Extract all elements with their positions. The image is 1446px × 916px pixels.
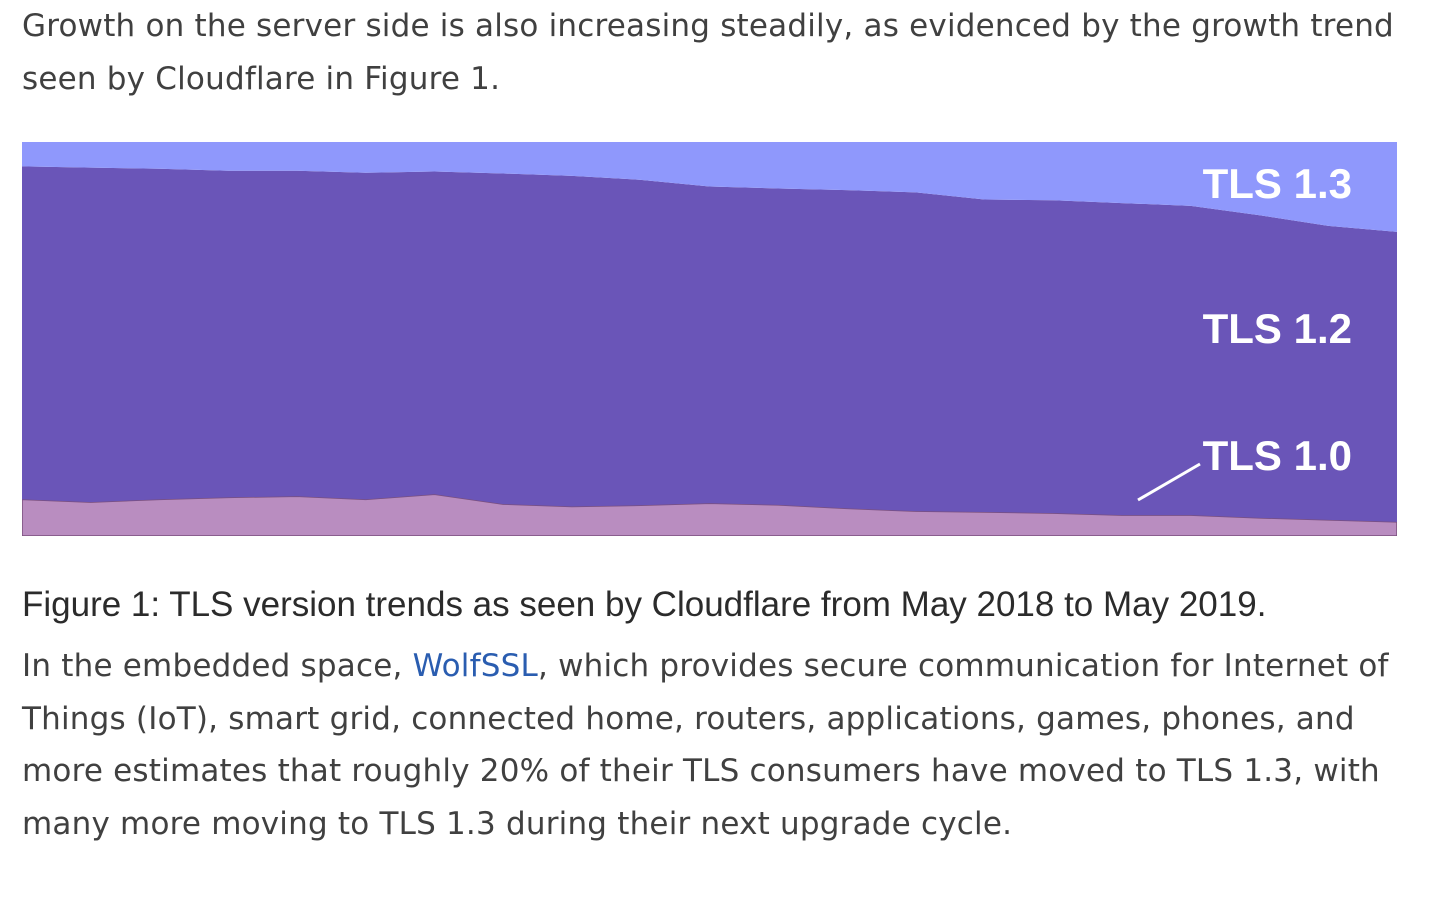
intro-paragraph: Growth on the server side is also increa… [22, 8, 1394, 97]
body-paragraph: In the embedded space, WolfSSL, which pr… [22, 640, 1432, 850]
tls-trend-figure: TLS 1.3 TLS 1.2 TLS 1.0 [22, 142, 1397, 536]
label-tls-1-0: TLS 1.0 [1203, 432, 1352, 479]
wolfssl-link[interactable]: WolfSSL [413, 648, 538, 684]
figure-caption: Figure 1: TLS version trends as seen by … [22, 585, 1267, 624]
chart-areas [22, 142, 1397, 536]
tls-area-chart: TLS 1.3 TLS 1.2 TLS 1.0 [22, 142, 1397, 536]
label-tls-1-3: TLS 1.3 [1203, 160, 1352, 207]
body-text-before-link: In the embedded space, [22, 648, 413, 684]
label-tls-1-2: TLS 1.2 [1203, 305, 1352, 352]
